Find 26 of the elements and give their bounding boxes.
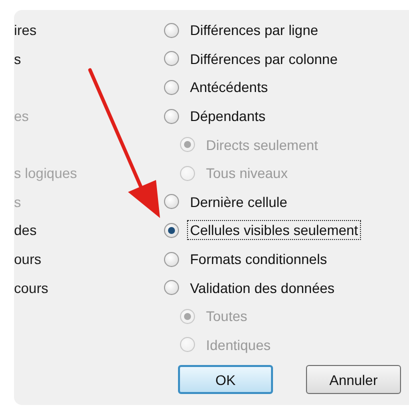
radio-button[interactable] (164, 252, 179, 267)
radio-button[interactable] (164, 80, 179, 95)
radio-button[interactable] (164, 22, 179, 38)
option-label: es (14, 108, 29, 124)
option-label[interactable]: Différences par colonne (187, 48, 341, 69)
option-label[interactable]: Validation des données (187, 278, 338, 298)
option-label: s (14, 50, 21, 67)
radio-button[interactable] (164, 51, 179, 66)
option-label: s logiques (14, 165, 78, 182)
option-label[interactable]: Différences par ligne (187, 20, 322, 40)
cancel-button[interactable]: Annuler (306, 365, 401, 394)
option-label[interactable]: Formats conditionnels (187, 249, 330, 270)
ok-button[interactable]: OK (178, 365, 273, 394)
radio-button[interactable] (164, 280, 179, 296)
radio-button[interactable] (164, 222, 179, 238)
option-label: ours (14, 251, 42, 268)
radio-button[interactable] (164, 108, 179, 124)
option-label: cours (14, 280, 48, 296)
option-label[interactable]: Dernière cellule (187, 192, 290, 212)
option-label[interactable]: Dépendants (187, 106, 269, 126)
option-label: des (14, 222, 37, 238)
option-label[interactable]: Antécédents (187, 77, 271, 98)
option-label[interactable]: Cellules visibles seulement (187, 220, 362, 240)
option-label: ires (14, 22, 37, 38)
option-label: s (14, 194, 21, 210)
radio-button[interactable] (164, 194, 179, 210)
